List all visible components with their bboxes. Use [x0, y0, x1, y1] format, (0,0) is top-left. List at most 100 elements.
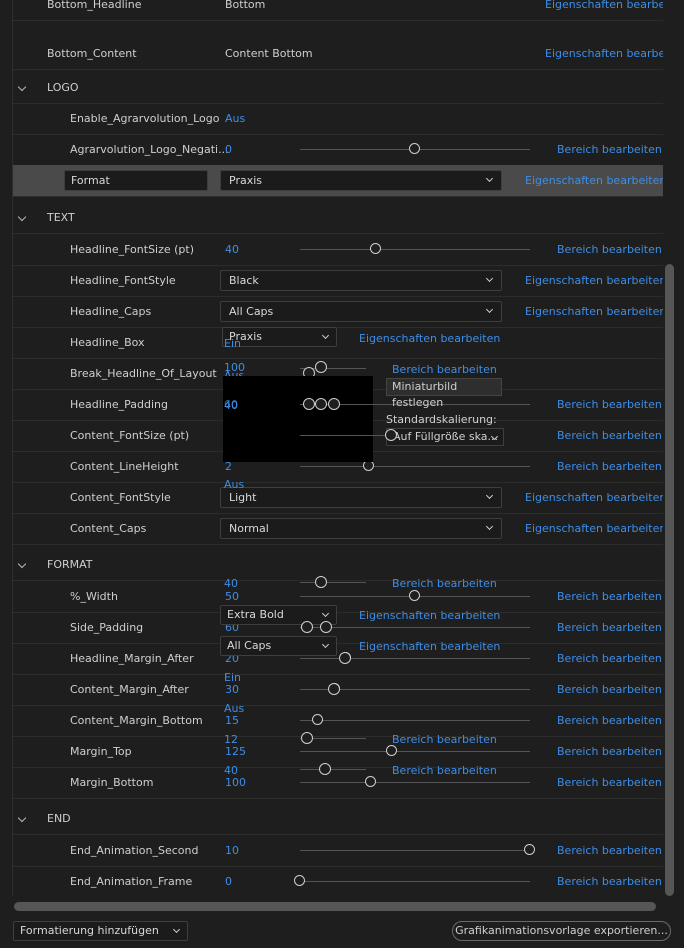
edit-properties-link[interactable]: Eigenschaften bearbeiten [545, 0, 663, 20]
slider-track[interactable] [300, 714, 530, 725]
slider-value[interactable]: 50 [225, 581, 239, 612]
row-enable-logo: Enable_Agrarvolution_Logo Aus [13, 103, 663, 135]
chevron-down-icon[interactable] [17, 559, 27, 569]
edit-range-link[interactable]: Bereich bearbeiten [557, 612, 662, 643]
content-caps-select[interactable]: Normal [220, 518, 502, 539]
edit-range-link[interactable]: Bereich bearbeiten [557, 705, 662, 736]
slider-track[interactable] [300, 460, 530, 471]
slider-knob[interactable] [294, 875, 305, 886]
rename-text[interactable]: Format [71, 171, 110, 190]
row-headline-fontsize: Headline_FontSize (pt) 40 Bereich bearbe… [13, 234, 663, 266]
edit-range-link[interactable]: Bereich bearbeiten [557, 767, 662, 798]
slider-knob[interactable] [365, 776, 377, 787]
edit-properties-link[interactable]: Eigenschaften bearbeiten [525, 265, 663, 296]
slider-knob[interactable] [328, 683, 340, 694]
slider-track[interactable] [300, 621, 530, 632]
edit-range-link[interactable]: Bereich bearbeiten [557, 674, 662, 705]
slider-value[interactable]: 100 [225, 767, 246, 798]
section-format[interactable]: FORMAT [13, 549, 663, 581]
slider-knob[interactable] [409, 143, 420, 154]
row-side-padding: Side_Padding 60 Bereich bearbeiten [13, 612, 663, 644]
slider-track[interactable] [300, 844, 535, 855]
slider-track[interactable] [300, 652, 530, 663]
slider-knob[interactable] [369, 243, 381, 254]
add-formatting-select[interactable]: Formatierung hinzufügen [13, 921, 188, 941]
row-label: Margin_Bottom [70, 776, 154, 789]
slider-value[interactable]: 10 [225, 835, 239, 866]
slider-track[interactable] [300, 143, 530, 154]
row-headline-padding: Headline_Padding Bereich bearbeiten [13, 389, 663, 421]
slider-value[interactable]: 60 [225, 612, 239, 643]
slider-knob[interactable] [312, 714, 324, 725]
slider-track[interactable] [300, 776, 530, 787]
rename-field[interactable]: Format [64, 170, 208, 191]
row-format: Format Praxis Eigenschaften bearbeiten [13, 165, 663, 197]
slider-value[interactable]: 30 [225, 674, 239, 705]
chevron-down-icon[interactable] [17, 813, 27, 823]
slider-value[interactable]: 0 [225, 866, 232, 896]
toggle-value[interactable]: Aus [225, 103, 245, 134]
slider-knob[interactable] [524, 844, 535, 855]
caps-select[interactable]: All Caps [220, 301, 502, 322]
select-value: All Caps [229, 305, 274, 318]
row-content-margin-bottom: Content_Margin_Bottom 15 Bereich bearbei… [13, 705, 663, 737]
chevron-down-icon[interactable] [17, 82, 27, 92]
edit-range-link[interactable]: Bereich bearbeiten [557, 389, 662, 420]
edit-range-link[interactable]: Bereich bearbeiten [557, 420, 662, 451]
edit-properties-link[interactable]: Eigenschaften bearbeiten [525, 296, 663, 327]
section-end[interactable]: END [13, 803, 663, 835]
slider-track[interactable] [300, 745, 530, 756]
format-select[interactable]: Praxis [220, 170, 502, 191]
slider-knob[interactable] [340, 652, 351, 663]
edit-range-link[interactable]: Bereich bearbeiten [557, 736, 662, 767]
slider-track[interactable] [300, 683, 530, 694]
edit-range-link[interactable]: Bereich bearbeiten [557, 835, 662, 866]
row-end-animation-second: End_Animation_Second 10 Bereich bearbeit… [13, 835, 663, 867]
edit-properties-link[interactable]: Eigenschaften bearbeiten [545, 38, 663, 69]
slider-knob[interactable] [386, 745, 397, 756]
row-label: Margin_Top [70, 745, 132, 758]
slider-knob[interactable] [363, 460, 374, 471]
slider-track[interactable] [300, 243, 530, 254]
edit-range-link[interactable]: Bereich bearbeiten [557, 866, 662, 896]
edit-properties-link[interactable]: Eigenschaften bearbeiten [525, 513, 663, 544]
button-label: Grafikanimationsvorlage exportieren... [455, 924, 668, 937]
section-text[interactable]: TEXT [13, 202, 663, 234]
chevron-down-icon[interactable] [17, 212, 27, 222]
fontstyle-select[interactable]: Black [220, 270, 502, 291]
horizontal-scrollbar[interactable] [14, 902, 656, 911]
export-template-button[interactable]: Grafikanimationsvorlage exportieren... [452, 921, 671, 941]
edit-properties-link[interactable]: Eigenschaften bearbeiten [525, 165, 663, 196]
section-logo[interactable]: LOGO [13, 72, 663, 104]
row-label: %_Width [70, 590, 118, 603]
row-label: Headline_FontStyle [70, 274, 176, 287]
row-headline-margin-after: Headline_Margin_After 20 Bereich bearbei… [13, 643, 663, 675]
edit-range-link[interactable]: Bereich bearbeiten [557, 643, 662, 674]
text-value[interactable]: Content Bottom [225, 38, 313, 69]
text-value[interactable]: Bottom [225, 0, 265, 20]
section-label: LOGO [47, 81, 79, 94]
slider-value[interactable]: 125 [225, 736, 246, 767]
edit-range-link[interactable]: Bereich bearbeiten [557, 234, 662, 265]
slider-track[interactable] [294, 875, 530, 886]
chevron-down-icon [485, 522, 494, 531]
vertical-scrollbar[interactable] [665, 264, 674, 896]
slider-value[interactable]: 40 [225, 420, 239, 451]
slider-knob[interactable] [300, 621, 312, 632]
edit-range-link[interactable]: Bereich bearbeiten [557, 134, 662, 165]
edit-range-link[interactable]: Bereich bearbeiten [557, 451, 662, 482]
slider-value[interactable]: 2 [225, 451, 232, 482]
chevron-down-icon [485, 305, 494, 314]
slider-value[interactable]: 15 [225, 705, 239, 736]
row-label: Side_Padding [70, 621, 144, 634]
slider-knob[interactable] [409, 590, 420, 601]
slider-track[interactable] [300, 590, 530, 601]
row-bottom-content: Bottom_Content Content Bottom Eigenschaf… [13, 38, 663, 70]
row-label: Content_Caps [70, 522, 147, 535]
content-fontstyle-select[interactable]: Light [220, 487, 502, 508]
edit-properties-link[interactable]: Eigenschaften bearbeiten [525, 482, 663, 513]
slider-value[interactable]: 0 [225, 134, 232, 165]
slider-value[interactable]: 40 [225, 234, 239, 265]
slider-value[interactable]: 20 [225, 643, 239, 674]
edit-range-link[interactable]: Bereich bearbeiten [557, 581, 662, 612]
